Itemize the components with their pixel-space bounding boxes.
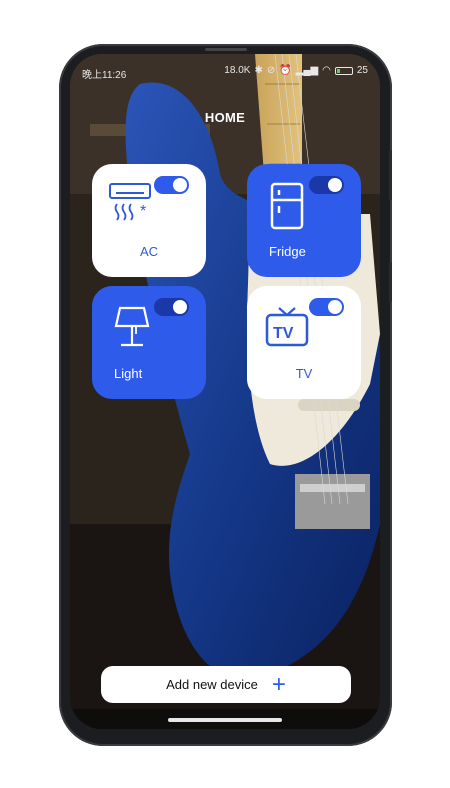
device-card-ac[interactable]: * AC <box>92 164 206 277</box>
home-indicator[interactable] <box>168 718 282 722</box>
wifi-icon: ◠ <box>322 65 331 76</box>
toggle-knob <box>173 178 187 192</box>
battery-fill <box>336 68 341 73</box>
volume-button <box>389 150 392 200</box>
plus-icon: + <box>271 670 286 698</box>
device-label-fridge: Fridge <box>269 244 306 259</box>
mute-icon: ⊘ <box>266 65 276 76</box>
tv-icon: TV <box>265 307 309 347</box>
screen: 晚上11:26 18.0K ✱ ⊘ ⏰ ▂▄▆ ◠ 25 HOME * AC F… <box>70 54 380 729</box>
battery-icon <box>334 66 353 75</box>
page-title: HOME <box>204 110 246 125</box>
net-speed: 18.0K <box>224 65 251 76</box>
add-device-label: Add new device <box>166 677 258 692</box>
fridge-icon <box>270 182 304 230</box>
device-label-light: Light <box>114 366 143 381</box>
toggle-light[interactable] <box>154 298 189 316</box>
svg-text:TV: TV <box>273 325 294 342</box>
battery-percent: 25 <box>356 65 368 76</box>
status-time: 晚上11:26 <box>82 70 127 81</box>
svg-text:*: * <box>140 203 146 220</box>
air-conditioner-icon: * <box>109 183 151 221</box>
toggle-tv[interactable] <box>309 298 344 316</box>
alarm-icon: ⏰ <box>279 65 292 76</box>
toggle-knob <box>328 300 342 314</box>
earpiece-speaker <box>205 48 247 51</box>
status-right: 18.0K ✱ ⊘ ⏰ ▂▄▆ ◠ 25 <box>224 65 368 76</box>
device-card-fridge[interactable]: Fridge <box>247 164 361 277</box>
power-button <box>389 262 392 302</box>
toggle-knob <box>173 300 187 314</box>
status-bar: 晚上11:26 18.0K ✱ ⊘ ⏰ ▂▄▆ ◠ 25 <box>70 54 380 88</box>
bluetooth-icon: ✱ <box>254 65 263 76</box>
toggle-ac[interactable] <box>154 176 189 194</box>
toggle-fridge[interactable] <box>309 176 344 194</box>
device-card-light[interactable]: Light <box>92 286 206 399</box>
add-device-button[interactable]: Add new device + <box>101 666 351 703</box>
device-label-ac: AC <box>139 244 159 259</box>
device-card-tv[interactable]: TV TV <box>247 286 361 399</box>
signal-icon: ▂▄▆ <box>295 65 319 76</box>
lamp-icon <box>114 306 150 347</box>
device-label-tv: TV <box>295 366 313 381</box>
toggle-knob <box>328 178 342 192</box>
